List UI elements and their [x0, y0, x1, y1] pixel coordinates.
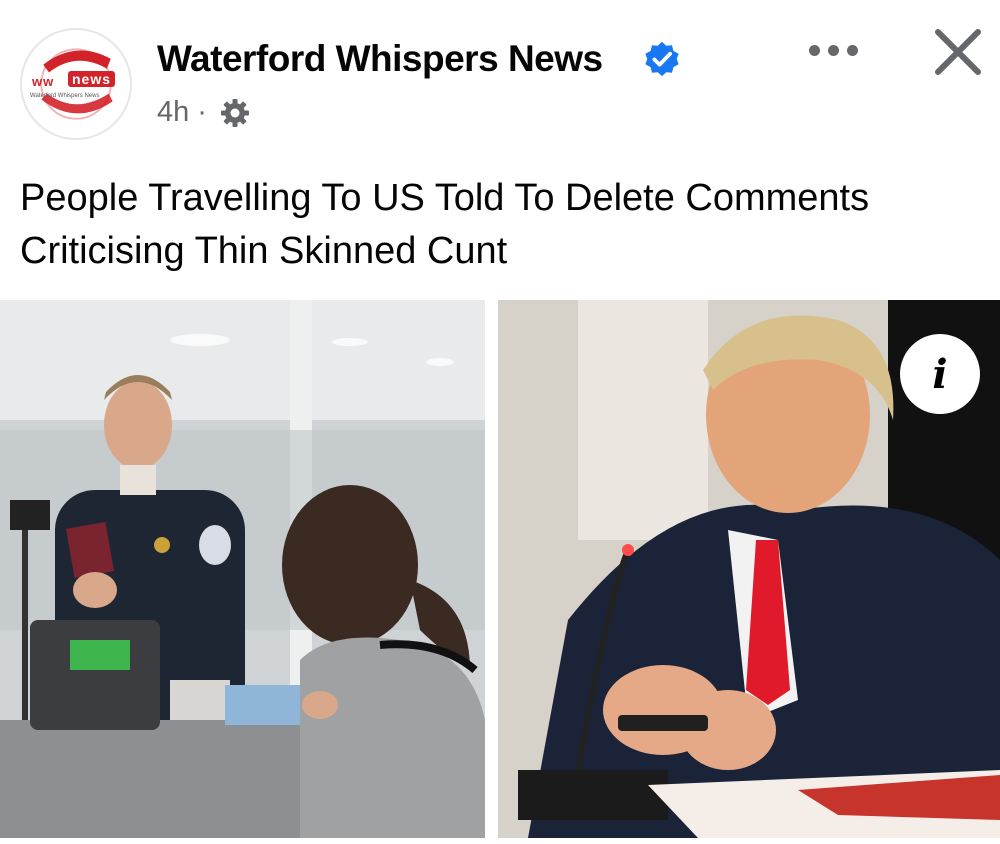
post-timestamp[interactable]: 4h: [157, 96, 189, 129]
meta-separator: ·: [197, 96, 207, 128]
more-horizontal-icon: [808, 44, 820, 56]
logo-news-text: news: [68, 71, 116, 87]
page-avatar[interactable]: ww news Waterford Whispers News: [20, 28, 132, 140]
verified-badge-icon: [645, 41, 679, 77]
more-horizontal-icon: [846, 44, 858, 56]
info-button[interactable]: i: [900, 334, 980, 414]
post-header: ww news Waterford Whispers News Waterfor…: [0, 0, 1000, 160]
post-headline[interactable]: People Travelling To US Told To Delete C…: [20, 172, 970, 278]
post-meta: 4h ·: [157, 96, 251, 129]
more-options-button[interactable]: [800, 30, 866, 70]
airport-checkpoint-photo[interactable]: [0, 300, 485, 838]
gear-icon[interactable]: [219, 97, 251, 129]
info-icon: i: [932, 350, 948, 398]
logo-subtitle: Waterford Whispers News: [30, 93, 100, 99]
page-name-link[interactable]: Waterford Whispers News: [157, 38, 603, 80]
close-icon[interactable]: [930, 24, 986, 80]
logo-ww-text: ww: [32, 74, 55, 89]
border-officer-image: [0, 300, 485, 838]
more-horizontal-icon: [827, 44, 839, 56]
